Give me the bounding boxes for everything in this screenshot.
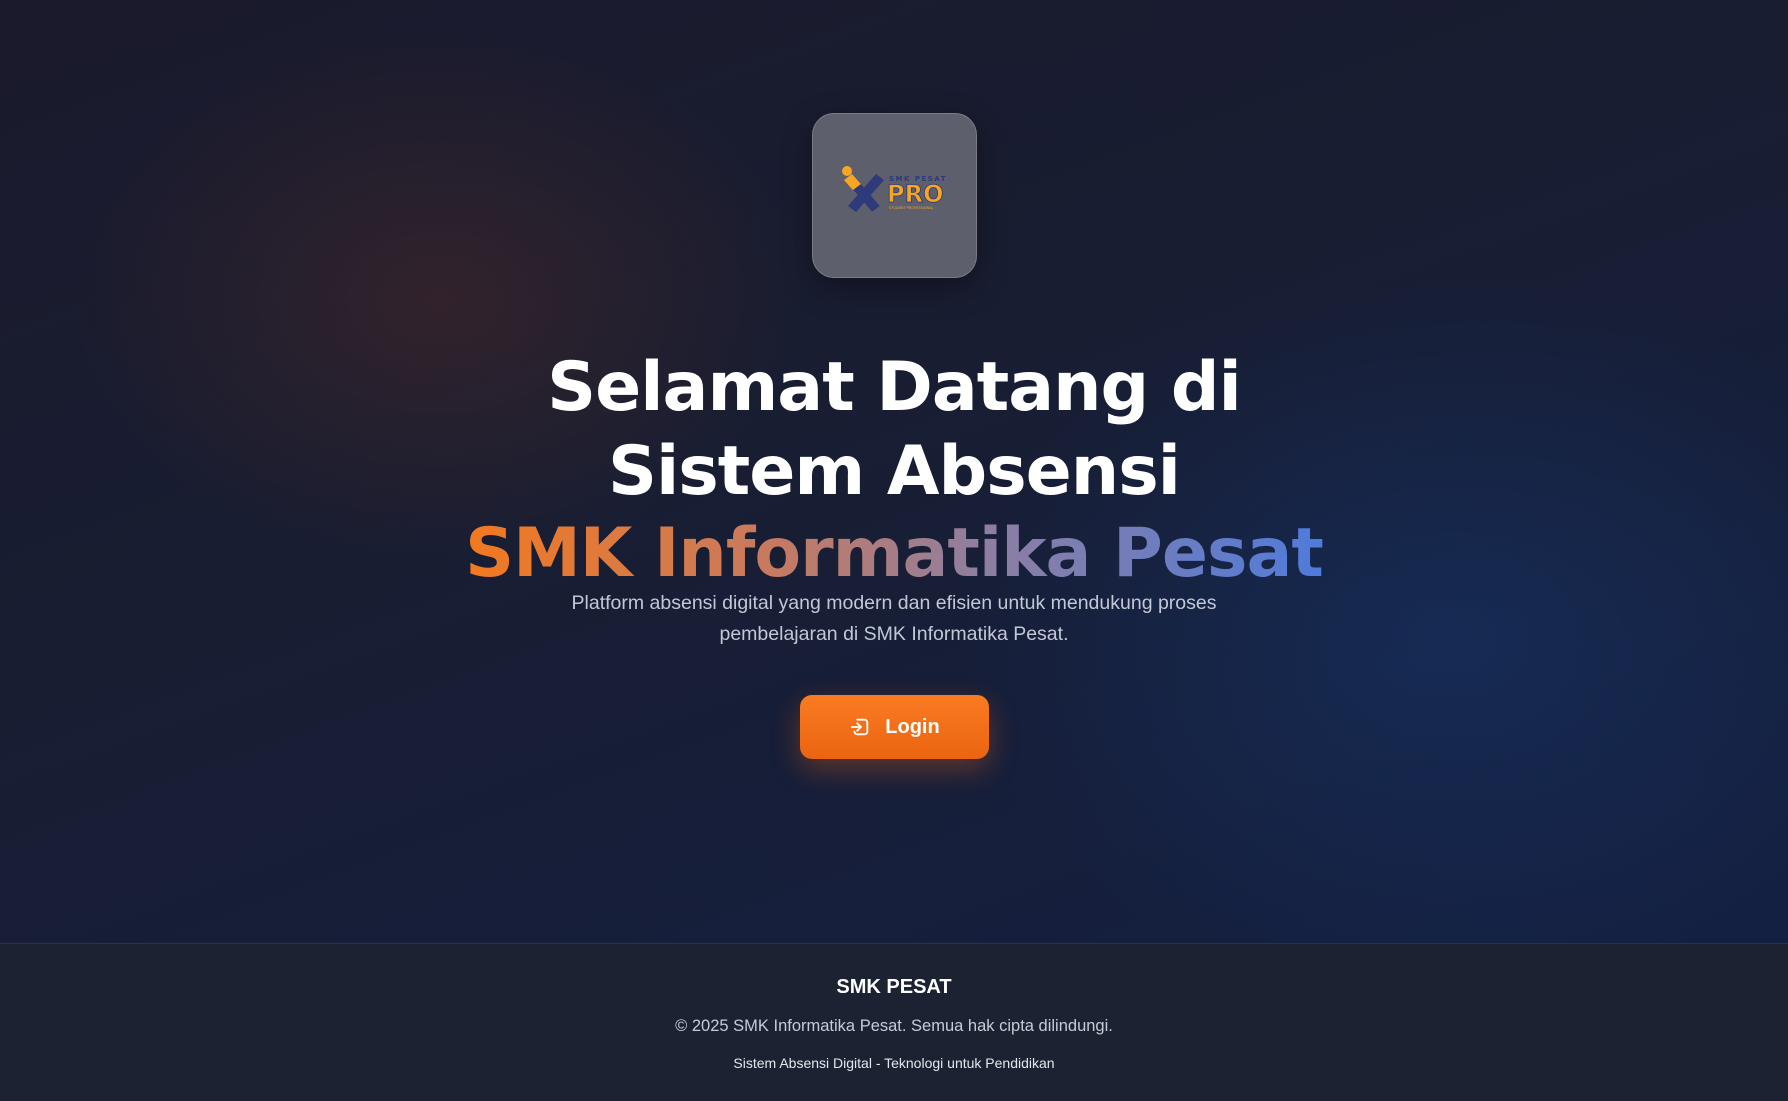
hero-subtitle: Platform absensi digital yang modern dan… [571,592,1217,645]
login-button[interactable]: Login [800,695,989,759]
xpro-logo-icon: SMK PESAT PRO STUDENT PROFESSIONAL [842,166,945,212]
page-footer: SMK PESAT © 2025 SMK Informatika Pesat. … [0,943,1788,1101]
hero-title-line1: Selamat Datang di [547,348,1242,427]
login-icon [849,716,871,738]
hero-section: SMK PESAT PRO STUDENT PROFESSIONAL Selam… [0,0,1788,943]
logo-text-main: PRO [887,180,943,208]
footer-brand: SMK PESAT [836,976,952,998]
logo-text-tagline: STUDENT PROFESSIONAL [889,206,933,210]
hero-title-line2: Sistem Absensi [607,432,1181,511]
hero-title-school-name: SMK Informatika Pesat [465,514,1324,593]
hero-title-line3: SMK Informatika Pesat [0,514,1788,594]
footer-tagline: Sistem Absensi Digital - Teknologi untuk… [733,1055,1055,1071]
footer-copyright: © 2025 SMK Informatika Pesat. Semua hak … [675,1017,1113,1035]
login-button-label: Login [885,715,940,738]
school-logo: SMK PESAT PRO STUDENT PROFESSIONAL [812,113,977,278]
